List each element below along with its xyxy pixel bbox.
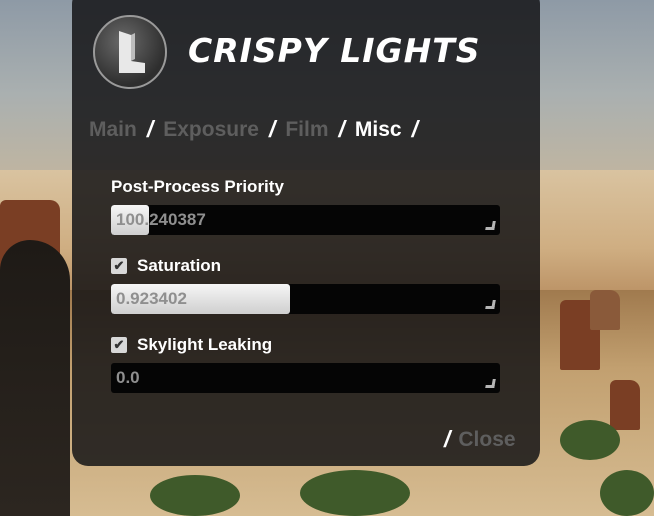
skylight-leaking-value: 0.0 xyxy=(116,368,140,387)
nav-separator: / xyxy=(411,116,418,142)
tree xyxy=(560,420,620,460)
saturation-value: 0.923402 xyxy=(116,289,187,308)
skylight-leaking-checkbox[interactable]: ✔ xyxy=(111,337,127,353)
crispy-lights-logo-icon xyxy=(93,15,167,89)
logo-mark xyxy=(119,31,145,73)
tab-exposure[interactable]: Exposure xyxy=(163,118,259,142)
tab-film[interactable]: Film xyxy=(285,118,328,142)
check-icon: ✔ xyxy=(113,337,125,352)
tree xyxy=(150,475,240,516)
resize-grip-icon xyxy=(485,221,496,230)
nav-separator: / xyxy=(146,116,154,142)
skylight-leaking-slider[interactable]: 0.0 xyxy=(111,363,500,393)
rock-formation xyxy=(590,290,620,330)
player-character xyxy=(0,240,70,516)
post-process-priority-slider[interactable]: 100.240387 xyxy=(111,205,500,235)
tab-main[interactable]: Main xyxy=(89,118,137,142)
resize-grip-icon xyxy=(485,379,496,388)
saturation-label-text: Saturation xyxy=(137,256,222,275)
tab-misc[interactable]: Misc xyxy=(355,118,402,142)
skylight-leaking-label: ✔ Skylight Leaking xyxy=(111,335,272,355)
post-process-priority-value: 100.240387 xyxy=(116,210,206,229)
check-icon: ✔ xyxy=(113,258,125,273)
close-area: / Close xyxy=(444,426,516,453)
skylight-leaking-label-text: Skylight Leaking xyxy=(137,335,273,354)
resize-grip-icon xyxy=(485,300,496,309)
close-button[interactable]: Close xyxy=(458,428,515,452)
app-title: CRISPY LIGHTS xyxy=(188,31,481,70)
tree xyxy=(300,470,410,516)
saturation-checkbox[interactable]: ✔ xyxy=(111,258,127,274)
footer-separator: / xyxy=(444,426,451,452)
nav-tabs: Main / Exposure / Film / Misc / xyxy=(89,116,428,143)
post-process-priority-label: Post-Process Priority xyxy=(111,177,284,197)
saturation-label: ✔ Saturation xyxy=(111,256,221,276)
rock-formation xyxy=(610,380,640,430)
post-process-priority-label-text: Post-Process Priority xyxy=(111,177,284,196)
nav-separator: / xyxy=(338,116,345,142)
tree xyxy=(600,470,654,516)
nav-separator: / xyxy=(268,116,276,142)
saturation-slider[interactable]: 0.923402 xyxy=(111,284,500,314)
